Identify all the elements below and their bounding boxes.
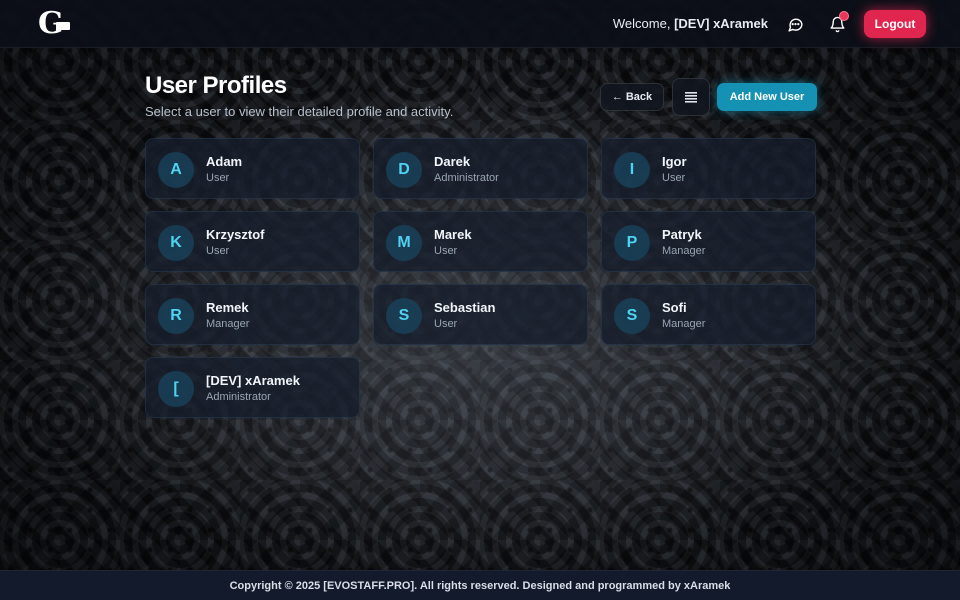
- user-card[interactable]: S Sofi Manager: [601, 284, 816, 345]
- avatar: A: [158, 152, 194, 188]
- avatar: M: [386, 225, 422, 261]
- back-label: Back: [625, 91, 653, 103]
- user-card[interactable]: D Darek Administrator: [373, 138, 588, 199]
- user-role: Administrator: [434, 172, 499, 184]
- arrow-left-icon: ←: [611, 91, 623, 103]
- logo-badge: [56, 22, 70, 30]
- user-grid: A Adam User D Darek Administrator I Igor…: [145, 138, 816, 418]
- user-name: Sebastian: [434, 300, 496, 315]
- user-name: Sofi: [662, 300, 687, 315]
- avatar: P: [614, 225, 650, 261]
- welcome-prefix: Welcome,: [612, 16, 671, 31]
- copyright-text: Copyright © 2025 [EVOSTAFF.PRO]. All rig…: [229, 579, 731, 592]
- user-card[interactable]: P Patryk Manager: [601, 211, 816, 272]
- logout-button[interactable]: Logout: [864, 10, 926, 38]
- list-view-button[interactable]: [672, 78, 710, 116]
- welcome-username: [DEV] xAramek: [674, 16, 768, 31]
- notification-dot-icon: [839, 11, 849, 21]
- user-role: User: [434, 318, 458, 330]
- user-name: Patryk: [662, 227, 702, 242]
- avatar: K: [158, 225, 194, 261]
- top-navbar: G Welcome, [DEV] xAramek Logout: [0, 0, 960, 48]
- user-role: Manager: [662, 318, 706, 330]
- chat-icon[interactable]: [785, 14, 805, 34]
- user-name: Remek: [206, 300, 249, 315]
- user-role: Manager: [206, 318, 250, 330]
- page-title: User Profiles: [145, 72, 287, 99]
- user-role: User: [662, 172, 686, 184]
- user-card[interactable]: [ [DEV] xAramek Administrator: [145, 357, 360, 418]
- user-role: User: [206, 172, 230, 184]
- list-icon: [685, 92, 697, 103]
- user-card[interactable]: M Marek User: [373, 211, 588, 272]
- site-logo[interactable]: G: [38, 8, 74, 40]
- avatar: I: [614, 152, 650, 188]
- back-button[interactable]: ← Back: [600, 83, 664, 111]
- user-card[interactable]: A Adam User: [145, 138, 360, 199]
- welcome-message: Welcome, [DEV] xAramek: [613, 16, 768, 31]
- add-new-user-button[interactable]: Add New User: [717, 83, 817, 111]
- user-name: [DEV] xAramek: [206, 373, 300, 388]
- user-name: Krzysztof: [206, 227, 265, 242]
- avatar: S: [386, 298, 422, 334]
- user-name: Marek: [434, 227, 472, 242]
- user-role: Manager: [662, 245, 706, 257]
- user-card[interactable]: K Krzysztof User: [145, 211, 360, 272]
- user-name: Darek: [434, 154, 471, 169]
- user-card[interactable]: S Sebastian User: [373, 284, 588, 345]
- user-card[interactable]: R Remek Manager: [145, 284, 360, 345]
- page-subtitle: Select a user to view their detailed pro…: [145, 104, 454, 119]
- avatar: D: [386, 152, 422, 188]
- avatar: S: [614, 298, 650, 334]
- page-footer: Copyright © 2025 [EVOSTAFF.PRO]. All rig…: [0, 570, 960, 600]
- avatar: R: [158, 298, 194, 334]
- avatar: [: [158, 371, 194, 407]
- main-content: User Profiles Select a user to view thei…: [0, 48, 960, 570]
- user-name: Adam: [206, 154, 243, 169]
- user-role: Administrator: [206, 391, 271, 403]
- user-role: User: [206, 245, 230, 257]
- user-role: User: [434, 245, 458, 257]
- user-name: Igor: [662, 154, 687, 169]
- user-card[interactable]: I Igor User: [601, 138, 816, 199]
